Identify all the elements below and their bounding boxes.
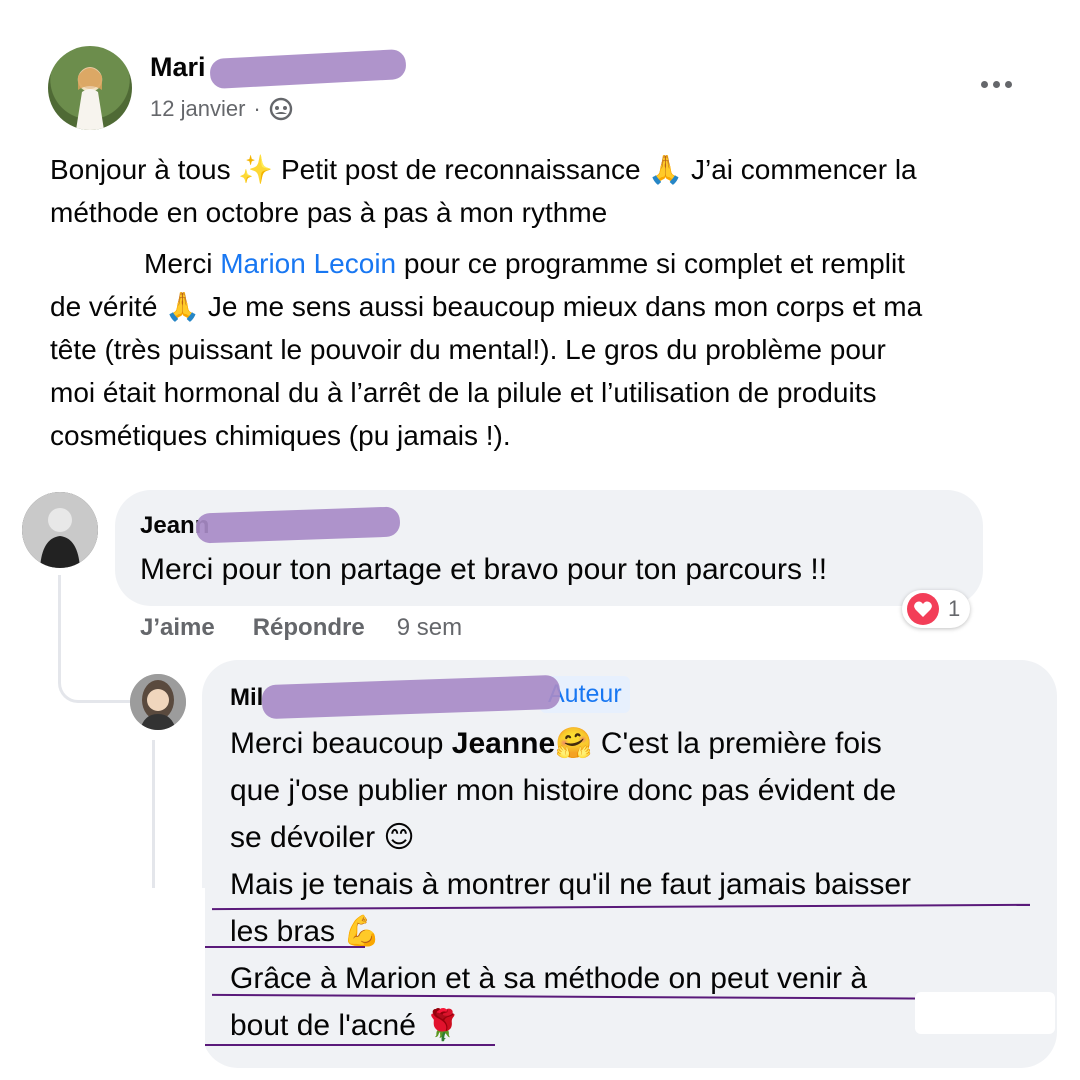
text-run: pour ce programme si complet et remplit [396, 248, 905, 279]
underline-mark [205, 1044, 495, 1046]
text-run: J’ai commencer la [683, 154, 917, 185]
pray-emoji: 🙏 [165, 291, 201, 322]
text-line: tête (très puissant le pouvoir du mental… [50, 334, 886, 365]
text-line: méthode en octobre pas à pas à mon rythm… [50, 197, 608, 228]
underline-mark [205, 946, 365, 948]
reply-author-avatar[interactable] [130, 674, 186, 730]
mention-link[interactable]: Marion Lecoin [220, 248, 396, 279]
rose-emoji: 🌹 [424, 1009, 462, 1042]
like-button[interactable]: J’aime [140, 614, 215, 642]
avatar-photo [76, 67, 104, 130]
text-run: Je me sens aussi beaucoup mieux dans mon… [200, 291, 923, 322]
text-line: Mais je tenais à montrer qu'il ne faut j… [230, 868, 912, 901]
text-line: moi était hormonal du à l’arrêt de la pi… [50, 377, 877, 408]
reply-author-name-text[interactable]: Mil [230, 684, 263, 711]
post-meta: 12 janvier · [150, 96, 293, 122]
name-redaction [209, 48, 407, 90]
post-author-name[interactable]: Mari [150, 52, 206, 83]
pray-emoji: 🙏 [648, 154, 684, 185]
white-cover-patch [915, 992, 1055, 1034]
thread-line-reply [152, 740, 155, 890]
author-name-text[interactable]: Mari [150, 52, 206, 82]
flex-emoji: 💪 [343, 915, 381, 948]
text-run: de vérité [50, 291, 166, 322]
post-paragraph-2: Merci Marion Lecoin pour ce programme si… [50, 242, 1040, 457]
text-line: que j'ose publier mon histoire donc pas … [230, 774, 897, 807]
sparkles-emoji: ✨ [238, 154, 274, 185]
text-run: C'est la première fois [592, 727, 882, 760]
post-paragraph-1: Bonjour à tous ✨ Petit post de reconnais… [50, 148, 1040, 234]
post-date[interactable]: 12 janvier [150, 96, 245, 122]
post-author-avatar[interactable] [48, 46, 132, 130]
text-run: Merci beaucoup [230, 727, 452, 760]
text-run: Petit post de reconnaissance [273, 154, 649, 185]
text-line: cosmétiques chimiques (pu jamais !). [50, 420, 511, 451]
hug-emoji: 🤗 [555, 727, 593, 760]
comment-actions: J’aime Répondre 9 sem [140, 614, 462, 642]
reaction-count: 1 [948, 596, 961, 621]
smile-emoji: 😊 [383, 821, 415, 854]
avatar-photo [130, 674, 186, 730]
meta-separator: · [253, 96, 261, 121]
comment-timestamp[interactable]: 9 sem [397, 614, 462, 642]
commenter-avatar[interactable] [22, 492, 98, 568]
more-options-icon[interactable] [976, 70, 1016, 98]
avatar-photo [22, 492, 98, 568]
reaction-badge[interactable]: 1 [902, 590, 971, 628]
love-reaction-icon [907, 593, 939, 625]
reply-author-name[interactable]: Mil [230, 684, 263, 712]
reply-text: Merci beaucoup Jeanne🤗 C'est la première… [230, 720, 1030, 1049]
friends-icon [269, 97, 292, 121]
mention-bold: Jeanne [451, 727, 556, 760]
text-run: Bonjour à tous [50, 154, 239, 185]
text-run: se dévoiler [230, 821, 384, 854]
thread-connector [58, 575, 131, 703]
white-cover-patch [0, 888, 205, 1080]
text-run: les bras [230, 915, 344, 948]
reply-button[interactable]: Répondre [253, 614, 365, 642]
comment-text: Merci pour ton partage et bravo pour ton… [140, 553, 828, 586]
text-run: bout de l'acné [230, 1009, 425, 1042]
text-run: Merci [144, 248, 221, 279]
